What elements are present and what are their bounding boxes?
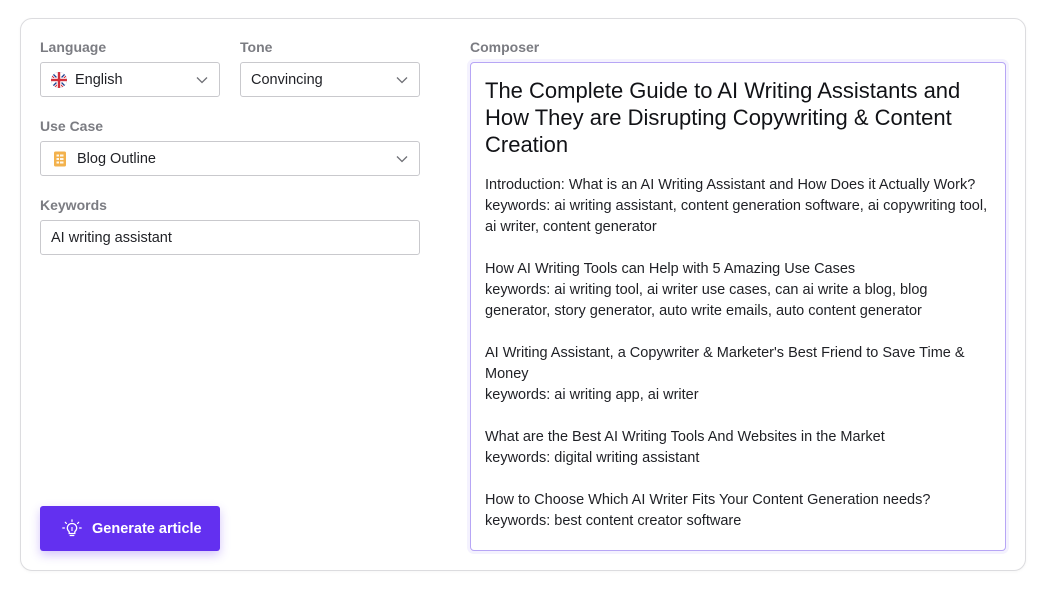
use-case-label: Use Case bbox=[40, 118, 104, 134]
section-keywords: keywords: best content creator software bbox=[485, 513, 742, 529]
keywords-label: Keywords bbox=[40, 197, 107, 213]
lightbulb-icon bbox=[62, 518, 82, 539]
language-value: English bbox=[75, 71, 123, 88]
tone-value: Convincing bbox=[251, 71, 323, 88]
section-keywords: keywords: ai writing app, ai writer bbox=[485, 387, 699, 403]
language-label: Language bbox=[40, 39, 107, 55]
generate-article-button[interactable]: Generate article bbox=[40, 506, 220, 551]
chevron-down-icon bbox=[395, 73, 409, 87]
outline-section: What are the Best AI Writing Tools And W… bbox=[485, 427, 991, 469]
tone-label: Tone bbox=[240, 39, 273, 55]
generate-article-label: Generate article bbox=[92, 520, 202, 537]
document-icon bbox=[53, 151, 67, 167]
outline-section: Introduction: What is an AI Writing Assi… bbox=[485, 175, 991, 238]
section-heading: What are the Best AI Writing Tools And W… bbox=[485, 429, 885, 445]
language-select[interactable]: English bbox=[40, 62, 220, 97]
section-keywords: keywords: digital writing assistant bbox=[485, 450, 700, 466]
section-heading: How to Choose Which AI Writer Fits Your … bbox=[485, 492, 931, 508]
section-heading: Introduction: What is an AI Writing Assi… bbox=[485, 177, 976, 193]
keywords-input[interactable]: AI writing assistant bbox=[40, 220, 420, 255]
use-case-select[interactable]: Blog Outline bbox=[40, 141, 420, 176]
composer-title: The Complete Guide to AI Writing Assista… bbox=[485, 78, 961, 157]
tone-select[interactable]: Convincing bbox=[240, 62, 420, 97]
section-keywords: keywords: ai writing assistant, content … bbox=[485, 198, 988, 235]
outline-section: AI Writing Assistant, a Copywriter & Mar… bbox=[485, 343, 991, 406]
composer-label: Composer bbox=[470, 39, 540, 55]
outline-section: How AI Writing Tools can Help with 5 Ama… bbox=[485, 259, 991, 322]
section-keywords: keywords: ai writing tool, ai writer use… bbox=[485, 282, 928, 319]
composer-editor[interactable]: The Complete Guide to AI Writing Assista… bbox=[470, 62, 1006, 551]
use-case-value: Blog Outline bbox=[77, 150, 156, 167]
uk-flag-icon bbox=[51, 71, 67, 88]
section-heading: AI Writing Assistant, a Copywriter & Mar… bbox=[485, 345, 965, 382]
chevron-down-icon bbox=[195, 73, 209, 87]
section-heading: How AI Writing Tools can Help with 5 Ama… bbox=[485, 261, 856, 277]
chevron-down-icon bbox=[395, 152, 409, 166]
outline-section: How to Choose Which AI Writer Fits Your … bbox=[485, 490, 991, 532]
